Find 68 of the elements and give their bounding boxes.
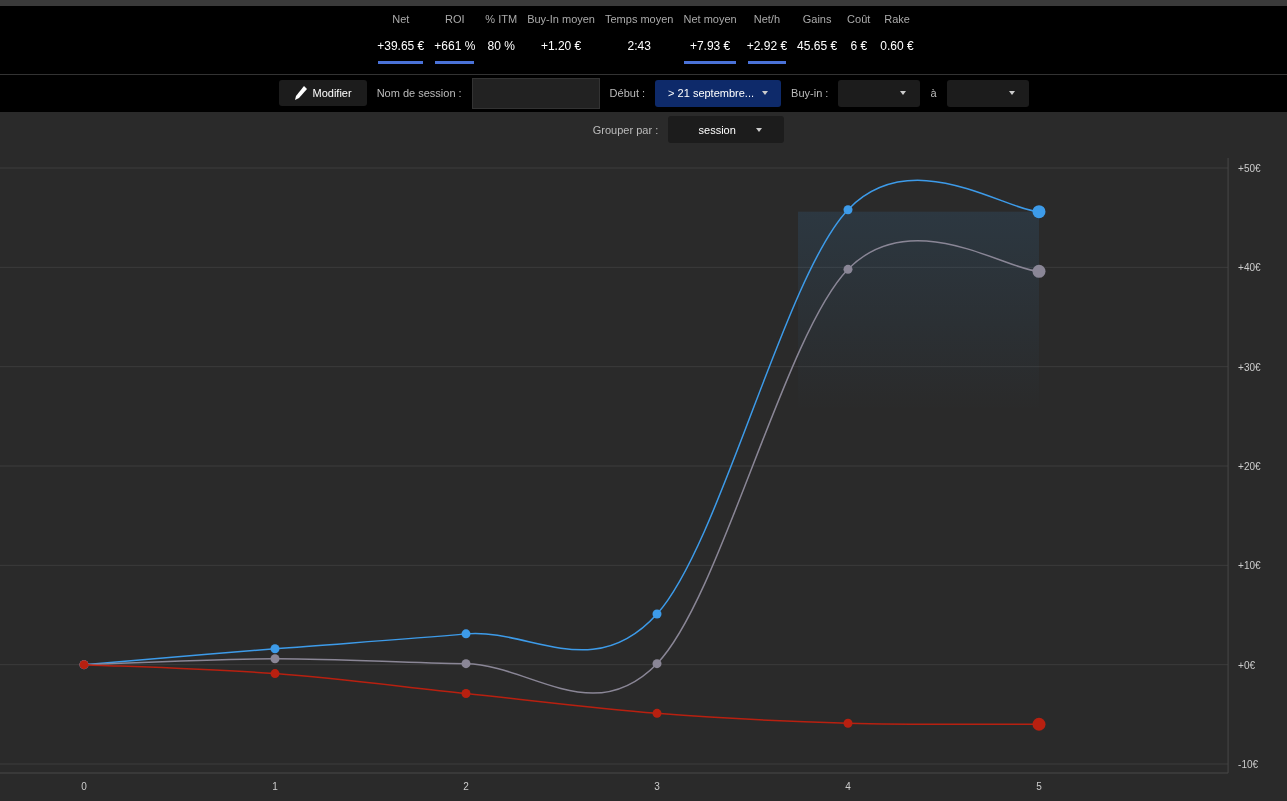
stat-value: +2.92 € [746,38,788,53]
data-point [843,264,853,274]
data-point [1032,717,1046,731]
data-point [461,659,471,669]
data-point [843,718,853,728]
x-axis-label: 2 [463,781,469,792]
caret-icon [762,91,769,96]
stat-label: Net moyen [683,12,737,25]
data-point [652,659,662,669]
field-label: Début : [609,87,646,100]
x-axis-label: 5 [1036,781,1042,792]
data-point [843,205,853,215]
data-point [652,609,662,619]
session-name-field[interactable] [471,77,600,109]
start-dropdown[interactable]: > 21 septembre... [655,79,782,107]
buyin-max-dropdown[interactable] [946,79,1029,107]
data-point [1032,264,1046,278]
x-axis-label: 1 [272,781,278,792]
stat-value: +7.93 € [689,38,731,53]
stat-label: Net [392,12,410,25]
stat-value: 6 € [850,38,868,53]
stat-label: Coût [847,12,871,25]
x-axis-label: 4 [845,781,851,792]
y-axis-label: +40€ [1238,262,1261,274]
y-axis-label: +0€ [1238,659,1256,671]
x-axis-label: 3 [654,781,660,792]
caret-icon [900,91,907,96]
stat-label: Buy-In moyen [527,12,595,25]
highlight-bar [435,60,475,64]
data-point [461,688,471,698]
data-point [270,669,280,679]
y-axis-label: +10€ [1238,560,1261,572]
stat-label: Temps moyen [605,12,674,25]
stat-value: +661 % [434,38,476,53]
y-axis-label: -10€ [1238,759,1259,770]
stat-label: Gains [802,12,832,25]
y-axis-label: +30€ [1238,361,1261,373]
group-by-label: Grouper par : [592,123,659,136]
stat-label: Net/h [753,12,780,25]
y-axis-label: +20€ [1238,461,1261,472]
data-point [270,644,280,654]
y-axis-label: +50€ [1238,163,1261,174]
highlight-bar [684,60,736,64]
stat-value: 80 % [487,38,515,53]
stat-label: ROI [445,12,465,25]
stat-label: Rake [884,12,910,25]
field-label: Nom de session : [376,87,462,100]
group-by-dropdown[interactable]: session [668,116,785,144]
edit-button[interactable]: Modifier [278,80,367,107]
field-label: Buy-in : [791,87,829,100]
highlight-bar [378,60,424,64]
data-point [461,629,471,639]
data-point [270,654,280,664]
field-label: à [930,87,937,100]
stat-label: % ITM [485,12,518,25]
caret-icon [755,127,762,132]
buyin-min-dropdown[interactable] [838,79,921,107]
stat-value: +39.65 € [377,38,425,53]
pencil-icon [293,85,308,102]
data-point [652,708,662,718]
stat-value: 2:43 [627,38,651,53]
stat-value: +1.20 € [540,38,582,53]
stat-value: 0.60 € [880,38,914,53]
x-axis-label: 0 [81,781,87,792]
highlight-bar [747,60,787,64]
data-point [1032,205,1046,219]
caret-icon [1008,91,1015,96]
stat-value: 45.65 € [797,38,838,53]
